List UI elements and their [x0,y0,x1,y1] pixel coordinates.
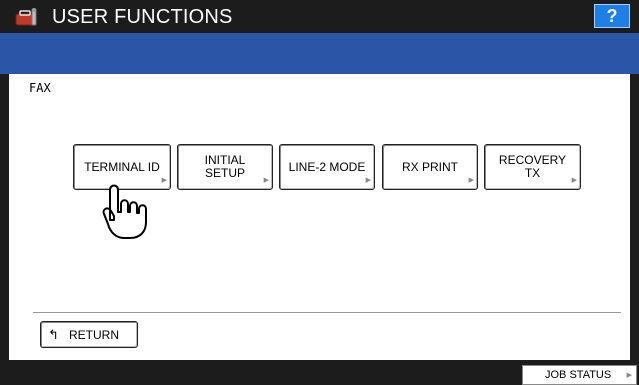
submenu-arrow-icon: ▶ [365,177,371,184]
initial-setup-button[interactable]: INITIAL SETUP ▶ [177,144,273,190]
return-arrow-icon: ↰ [48,327,59,342]
submenu-arrow-icon: ▶ [468,177,474,184]
toolbox-icon [15,8,37,26]
job-status-label: JOB STATUS [545,369,612,381]
page-title: USER FUNCTIONS [52,6,233,28]
pointing-hand-icon [102,184,147,239]
job-status-button[interactable]: JOB STATUS ▶ [522,365,637,385]
recovery-tx-label: RECOVERY TX [498,153,567,180]
breadcrumb: FAX [29,81,51,95]
left-edge [0,74,9,360]
divider [33,312,621,313]
title-bar: USER FUNCTIONS ? [0,0,639,33]
terminal-id-label: TERMINAL ID [84,159,160,174]
submenu-arrow-icon: ▶ [571,177,577,184]
help-button[interactable]: ? [594,4,630,28]
line2-mode-button[interactable]: LINE-2 MODE ▶ [279,144,375,190]
return-label: RETURN [69,328,119,342]
rx-print-label: RX PRINT [401,159,458,174]
initial-setup-label: INITIAL SETUP [204,153,246,180]
recovery-tx-button[interactable]: RECOVERY TX ▶ [484,144,581,190]
submenu-arrow-icon: ▶ [161,177,167,184]
header-band [0,33,639,74]
right-edge [630,74,639,360]
rx-print-button[interactable]: RX PRINT ▶ [382,144,478,190]
line2-mode-label: LINE-2 MODE [288,159,366,174]
return-button[interactable]: ↰ RETURN [40,321,138,348]
submenu-arrow-icon: ▶ [626,372,632,379]
submenu-arrow-icon: ▶ [263,177,269,184]
